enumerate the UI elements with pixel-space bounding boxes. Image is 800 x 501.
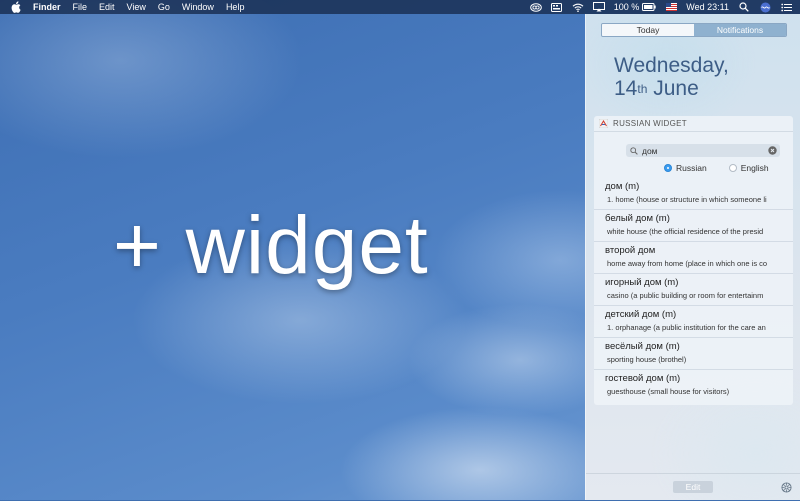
battery-percent[interactable]: 100 % (614, 0, 640, 14)
radio-russian-label: Russian (676, 163, 707, 173)
result-definition: sporting house (brothel) (607, 355, 687, 364)
magnifier-icon (630, 146, 639, 155)
menu-window[interactable]: Window (182, 0, 214, 14)
result-term: детский дом (m) (605, 309, 677, 320)
list-item[interactable]: весёлый дом (m) sporting house (brothel) (594, 338, 793, 370)
search-input[interactable] (642, 144, 762, 157)
battery-icon[interactable] (642, 2, 656, 12)
result-definition: white house (the official residence of t… (607, 227, 764, 236)
result-definition: home away from home (place in which one … (607, 259, 768, 268)
menu-clock[interactable]: Wed 23:11 (686, 0, 729, 14)
date-day-suffix: th (637, 82, 648, 96)
result-term: белый дом (m) (605, 213, 670, 224)
result-term: весёлый дом (m) (605, 341, 680, 352)
apple-icon[interactable] (11, 1, 23, 13)
today-notifications-segmented-control: Today Notifications (601, 23, 787, 37)
creative-cloud-icon[interactable] (529, 2, 542, 12)
result-definition: 1. home (house or structure in which som… (607, 195, 767, 204)
today-date: Wednesday, 14th June (614, 54, 729, 100)
flag-icon[interactable] (665, 2, 677, 12)
notification-center-footer: Edit (586, 473, 800, 501)
menu-go[interactable]: Go (158, 0, 170, 14)
menu-finder[interactable]: Finder (33, 0, 61, 14)
result-definition: casino (a public building or room for en… (607, 291, 764, 300)
date-weekday: Wednesday, (614, 54, 729, 77)
result-definition: guesthouse (small house for visitors) (607, 387, 730, 396)
keyboard-icon[interactable] (551, 2, 563, 12)
list-item[interactable]: детский дом (m) 1. orphanage (a public i… (594, 306, 793, 338)
menu-bar: Finder File Edit View Go Window Help 100… (0, 0, 800, 14)
list-item[interactable]: второй дом home away from home (place in… (594, 242, 793, 274)
wifi-icon[interactable] (572, 2, 584, 12)
settings-gear-icon[interactable] (781, 482, 792, 493)
notification-center: Today Notifications Wednesday, 14th June… (585, 14, 800, 500)
result-term: дом (m) (605, 181, 640, 192)
list-item[interactable]: гостевой дом (m) guesthouse (small house… (594, 370, 793, 401)
menu-file[interactable]: File (73, 0, 88, 14)
tab-today[interactable]: Today (602, 24, 694, 36)
list-item[interactable]: дом (m) 1. home (house or structure in w… (594, 178, 793, 210)
results-list: дом (m) 1. home (house or structure in w… (594, 178, 793, 401)
radio-russian[interactable]: Russian (664, 163, 707, 173)
menu-view[interactable]: View (127, 0, 146, 14)
radio-english[interactable]: English (728, 163, 769, 173)
airplay-icon[interactable] (592, 2, 605, 12)
radio-english-label: English (740, 163, 769, 173)
date-month: June (653, 77, 699, 100)
result-term: гостевой дом (m) (605, 373, 681, 384)
clear-icon[interactable] (768, 146, 777, 155)
edit-button[interactable]: Edit (673, 481, 713, 493)
list-item[interactable]: игорный дом (m) casino (a public buildin… (594, 274, 793, 306)
radio-english-indicator[interactable] (728, 164, 737, 172)
date-day-number: 14 (614, 77, 638, 100)
russian-widget: RUSSIAN WIDGET Russian English дом (m (594, 116, 793, 405)
result-definition: 1. orphanage (a public institution for t… (607, 323, 766, 332)
list-icon[interactable] (780, 2, 792, 12)
menu-help[interactable]: Help (226, 0, 245, 14)
widget-search-field[interactable] (626, 144, 780, 157)
menu-edit[interactable]: Edit (99, 0, 115, 14)
tab-notifications[interactable]: Notifications (694, 24, 786, 36)
menu-bar-extras: 100 % Wed 23:11 (521, 0, 792, 14)
language-radio-group: Russian English (664, 163, 791, 173)
list-item[interactable]: белый дом (m) white house (the official … (594, 210, 793, 242)
radio-russian-indicator[interactable] (664, 164, 672, 172)
date-day-month: 14th June (614, 77, 729, 100)
result-term: игорный дом (m) (605, 277, 679, 288)
promo-overlay-text: + widget (113, 200, 429, 291)
result-term: второй дом (605, 245, 656, 256)
widget-header: RUSSIAN WIDGET (594, 116, 793, 132)
widget-app-icon (599, 119, 609, 129)
search-icon[interactable] (738, 2, 750, 12)
siri-icon[interactable] (759, 2, 771, 12)
widget-title: RUSSIAN WIDGET (613, 119, 687, 128)
